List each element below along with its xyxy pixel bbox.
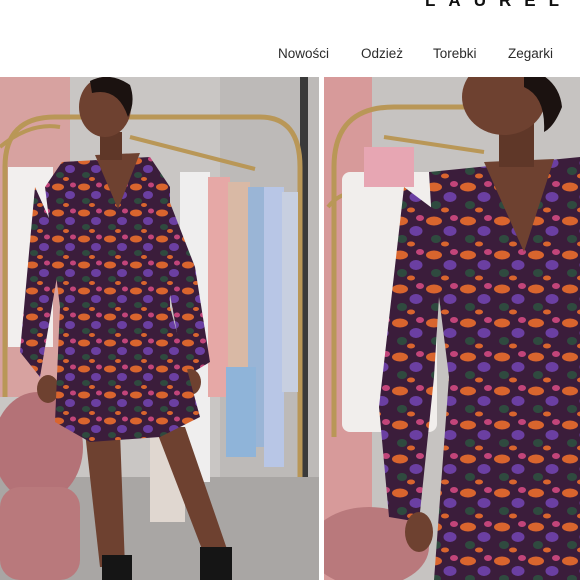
product-photo-full[interactable]: [0, 77, 319, 580]
product-photo-closeup[interactable]: [324, 77, 580, 580]
nav-item-torebki[interactable]: Torebki: [433, 46, 477, 61]
nav-item-odziez[interactable]: Odzież: [361, 46, 403, 61]
photo-full-illustration: [0, 77, 319, 580]
nav-item-nowosci[interactable]: Nowości: [278, 46, 329, 61]
nav-item-zegarki[interactable]: Zegarki: [508, 46, 553, 61]
photo-closeup-illustration: [324, 77, 580, 580]
site-header: LAUREL Nowości Odzież Torebki Zegarki: [0, 0, 580, 77]
main-nav: Nowości Odzież Torebki Zegarki: [0, 46, 580, 66]
product-gallery: [0, 77, 580, 580]
brand-logo[interactable]: LAUREL: [425, 0, 572, 11]
